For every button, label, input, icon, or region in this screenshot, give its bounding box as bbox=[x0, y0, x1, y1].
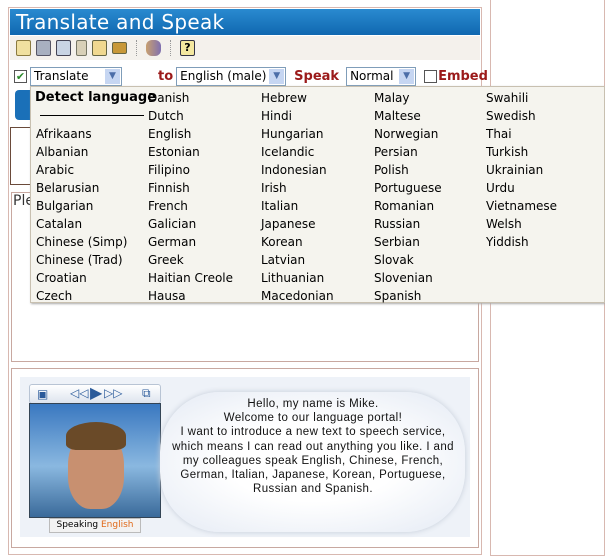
language-option[interactable]: Persian bbox=[374, 143, 442, 161]
toolbar: ? bbox=[10, 36, 480, 60]
language-option[interactable]: English bbox=[148, 125, 233, 143]
chevron-down-icon: ▼ bbox=[269, 68, 285, 84]
app-title: Translate and Speak bbox=[10, 9, 480, 35]
toolbar-separator bbox=[136, 40, 137, 56]
language-option[interactable]: Bulgarian bbox=[35, 197, 156, 215]
delete-icon[interactable] bbox=[76, 40, 87, 56]
divider bbox=[40, 115, 144, 116]
controls-row: ✔ Translate ▼ to English (male) ▼ Speak … bbox=[14, 65, 488, 87]
language-option[interactable]: Latvian bbox=[261, 251, 334, 269]
chevron-down-icon: ▼ bbox=[399, 68, 415, 84]
language-option[interactable]: Dutch bbox=[148, 107, 233, 125]
language-option[interactable]: Urdu bbox=[486, 179, 557, 197]
language-option[interactable]: Macedonian bbox=[261, 287, 334, 305]
cut-icon[interactable] bbox=[56, 40, 71, 56]
language-option[interactable]: Turkish bbox=[486, 143, 557, 161]
stop-icon[interactable]: ▣ bbox=[37, 387, 48, 401]
fast-forward-icon[interactable]: ▷▷ bbox=[104, 386, 122, 400]
language-option[interactable]: Japanese bbox=[261, 215, 334, 233]
keyboard-icon[interactable] bbox=[112, 42, 127, 54]
language-option[interactable]: Spanish bbox=[374, 287, 442, 305]
language-option[interactable]: Icelandic bbox=[261, 143, 334, 161]
popout-icon[interactable]: ⧉ bbox=[142, 386, 151, 401]
language-option[interactable]: Filipino bbox=[148, 161, 233, 179]
language-option[interactable]: Greek bbox=[148, 251, 233, 269]
language-option[interactable]: Vietnamese bbox=[486, 197, 557, 215]
language-option[interactable]: Arabic bbox=[35, 161, 156, 179]
avatar-image bbox=[29, 403, 161, 518]
language-option[interactable]: Danish bbox=[148, 89, 233, 107]
source-box bbox=[10, 127, 32, 185]
help-icon[interactable]: ? bbox=[180, 40, 195, 56]
language-option[interactable]: Hindi bbox=[261, 107, 334, 125]
speech-text: Hello, my name is Mike. Welcome to our l… bbox=[172, 398, 454, 496]
language-option[interactable]: Malay bbox=[374, 89, 442, 107]
speak-label: Speak bbox=[294, 68, 340, 84]
language-option[interactable]: Hebrew bbox=[261, 89, 334, 107]
language-option[interactable]: Galician bbox=[148, 215, 233, 233]
language-option[interactable]: Thai bbox=[486, 125, 557, 143]
print-icon[interactable] bbox=[36, 40, 51, 56]
embed-checkbox[interactable] bbox=[424, 69, 438, 83]
language-option[interactable]: Portuguese bbox=[374, 179, 442, 197]
new-document-icon[interactable] bbox=[16, 40, 31, 56]
language-option[interactable]: Korean bbox=[261, 233, 334, 251]
language-option[interactable]: German bbox=[148, 233, 233, 251]
language-option[interactable]: Albanian bbox=[35, 143, 156, 161]
language-option[interactable]: Chinese (Simp) bbox=[35, 233, 156, 251]
language-option[interactable]: Chinese (Trad) bbox=[35, 251, 156, 269]
avatar-hair bbox=[66, 422, 126, 450]
embed-label: Embed bbox=[438, 68, 488, 84]
language-option[interactable]: Maltese bbox=[374, 107, 442, 125]
language-option[interactable]: Estonian bbox=[148, 143, 233, 161]
language-option[interactable]: Swedish bbox=[486, 107, 557, 125]
language-option[interactable]: Finnish bbox=[148, 179, 233, 197]
language-option[interactable]: Irish bbox=[261, 179, 334, 197]
language-option[interactable]: Serbian bbox=[374, 233, 442, 251]
language-option[interactable]: Catalan bbox=[35, 215, 156, 233]
language-option[interactable]: Slovenian bbox=[374, 269, 442, 287]
to-label: to bbox=[158, 68, 174, 84]
language-option[interactable]: Czech bbox=[35, 287, 156, 305]
language-option[interactable]: Norwegian bbox=[374, 125, 442, 143]
translate-checkbox[interactable]: ✔ bbox=[14, 69, 27, 83]
speak-icon[interactable] bbox=[146, 40, 161, 56]
player-controls: ▣ ◁◁ ▶ ▷▷ ⧉ bbox=[29, 383, 161, 404]
speaking-badge: Speaking English bbox=[49, 518, 141, 533]
language-option[interactable]: Afrikaans bbox=[35, 125, 156, 143]
mode-select[interactable]: Translate ▼ bbox=[30, 66, 122, 86]
language-option[interactable]: Croatian bbox=[35, 269, 156, 287]
spell-check-icon[interactable] bbox=[92, 40, 107, 56]
language-option[interactable]: Hausa bbox=[148, 287, 233, 305]
toolbar-separator bbox=[170, 40, 171, 56]
language-option[interactable]: Ukrainian bbox=[486, 161, 557, 179]
language-option[interactable]: Romanian bbox=[374, 197, 442, 215]
speed-select[interactable]: Normal ▼ bbox=[346, 66, 417, 86]
language-option[interactable]: French bbox=[148, 197, 233, 215]
language-option[interactable]: Russian bbox=[374, 215, 442, 233]
language-option[interactable]: Belarusian bbox=[35, 179, 156, 197]
language-option[interactable]: Hungarian bbox=[261, 125, 334, 143]
target-language-select[interactable]: English (male) ▼ bbox=[176, 66, 287, 86]
language-option[interactable]: Indonesian bbox=[261, 161, 334, 179]
language-option[interactable]: Swahili bbox=[486, 89, 557, 107]
language-option[interactable]: Polish bbox=[374, 161, 442, 179]
language-option[interactable]: Welsh bbox=[486, 215, 557, 233]
language-option[interactable]: Italian bbox=[261, 197, 334, 215]
language-option[interactable]: Yiddish bbox=[486, 233, 557, 251]
language-option[interactable]: Haitian Creole bbox=[148, 269, 233, 287]
play-icon[interactable]: ▶ bbox=[90, 383, 102, 402]
rewind-icon[interactable]: ◁◁ bbox=[70, 386, 88, 400]
language-option[interactable]: Lithuanian bbox=[261, 269, 334, 287]
language-option[interactable]: Slovak bbox=[374, 251, 442, 269]
chevron-down-icon: ▼ bbox=[105, 68, 120, 84]
option-detect-language[interactable]: Detect language bbox=[35, 89, 156, 107]
language-dropdown: Detect language Afrikaans Albanian Arabic B… bbox=[30, 86, 605, 303]
